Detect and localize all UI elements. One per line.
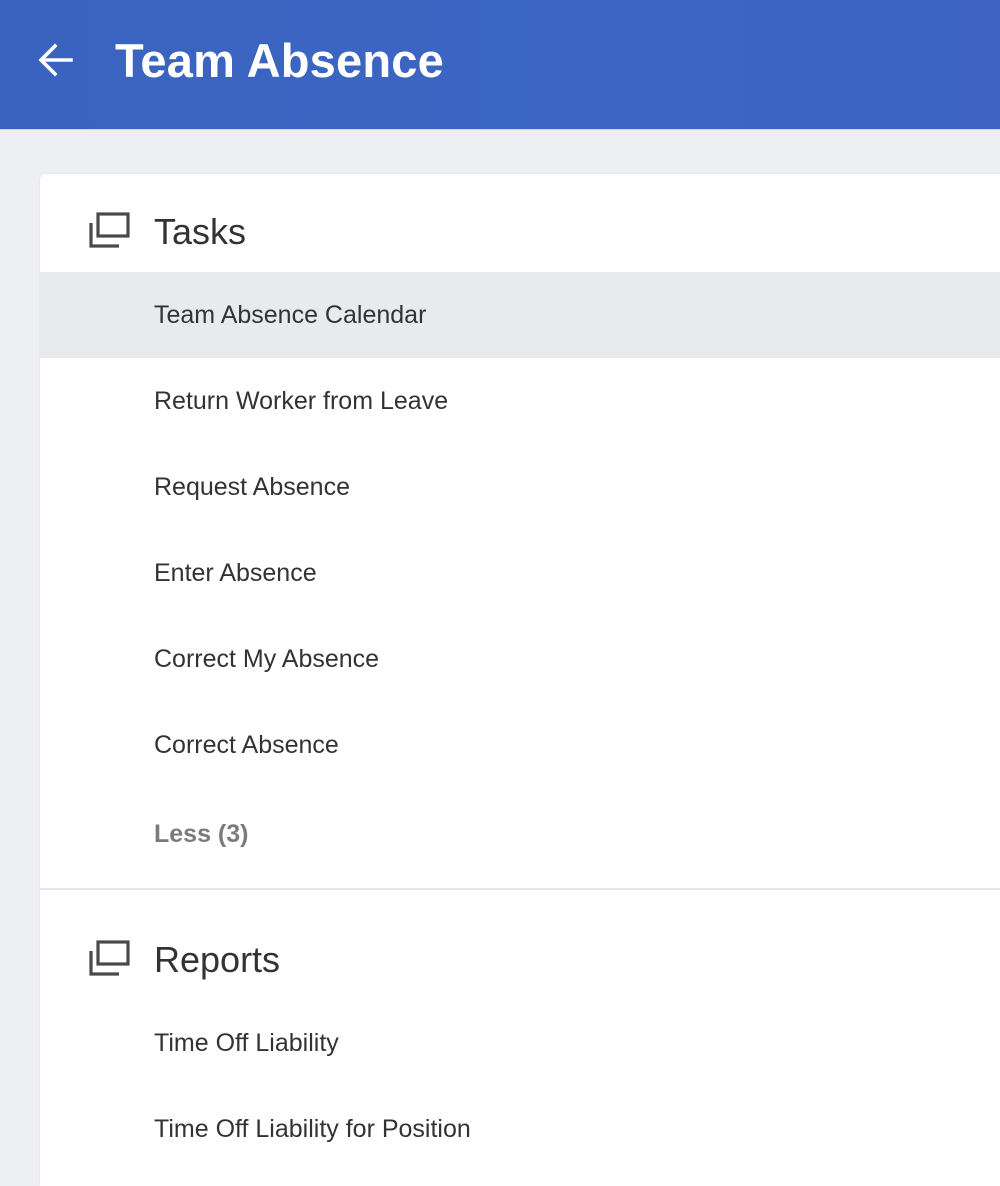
task-item-label: Enter Absence bbox=[154, 559, 317, 587]
task-item-label: Return Worker from Leave bbox=[154, 387, 449, 415]
reports-section-header: Reports bbox=[40, 928, 1000, 988]
task-item-enter-absence[interactable]: Enter Absence bbox=[40, 530, 1000, 616]
worklet-card: Tasks Team Absence Calendar Return Worke… bbox=[40, 174, 1000, 1186]
page-title: Team Absence bbox=[115, 34, 444, 87]
report-item-label: Time Off Liability bbox=[154, 1029, 339, 1057]
tasks-section-header: Tasks bbox=[40, 200, 1000, 260]
report-item-time-off-liability-for-position[interactable]: Time Off Liability for Position bbox=[40, 1086, 1000, 1172]
stacked-windows-icon bbox=[89, 940, 130, 976]
back-button[interactable] bbox=[32, 36, 80, 84]
task-item-correct-my-absence[interactable]: Correct My Absence bbox=[40, 616, 1000, 702]
app-header: Team Absence bbox=[0, 0, 1000, 130]
task-item-label: Correct Absence bbox=[154, 731, 339, 759]
task-item-team-absence-calendar[interactable]: Team Absence Calendar bbox=[40, 272, 1000, 358]
task-item-correct-absence[interactable]: Correct Absence bbox=[40, 702, 1000, 788]
task-item-label: Correct My Absence bbox=[154, 645, 380, 673]
tasks-title: Tasks bbox=[154, 211, 247, 252]
task-item-return-worker-from-leave[interactable]: Return Worker from Leave bbox=[40, 358, 1000, 444]
section-divider bbox=[40, 888, 1000, 890]
reports-title: Reports bbox=[154, 939, 281, 980]
arrow-left-icon bbox=[38, 43, 73, 77]
task-item-request-absence[interactable]: Request Absence bbox=[40, 444, 1000, 530]
less-link[interactable]: Less (3) bbox=[154, 814, 248, 854]
report-item-time-off-liability[interactable]: Time Off Liability bbox=[40, 1000, 1000, 1086]
stacked-windows-icon bbox=[89, 212, 130, 248]
report-item-label: Time Off Liability for Position bbox=[154, 1115, 471, 1143]
task-item-label: Request Absence bbox=[154, 473, 350, 501]
task-item-label: Team Absence Calendar bbox=[154, 301, 427, 329]
